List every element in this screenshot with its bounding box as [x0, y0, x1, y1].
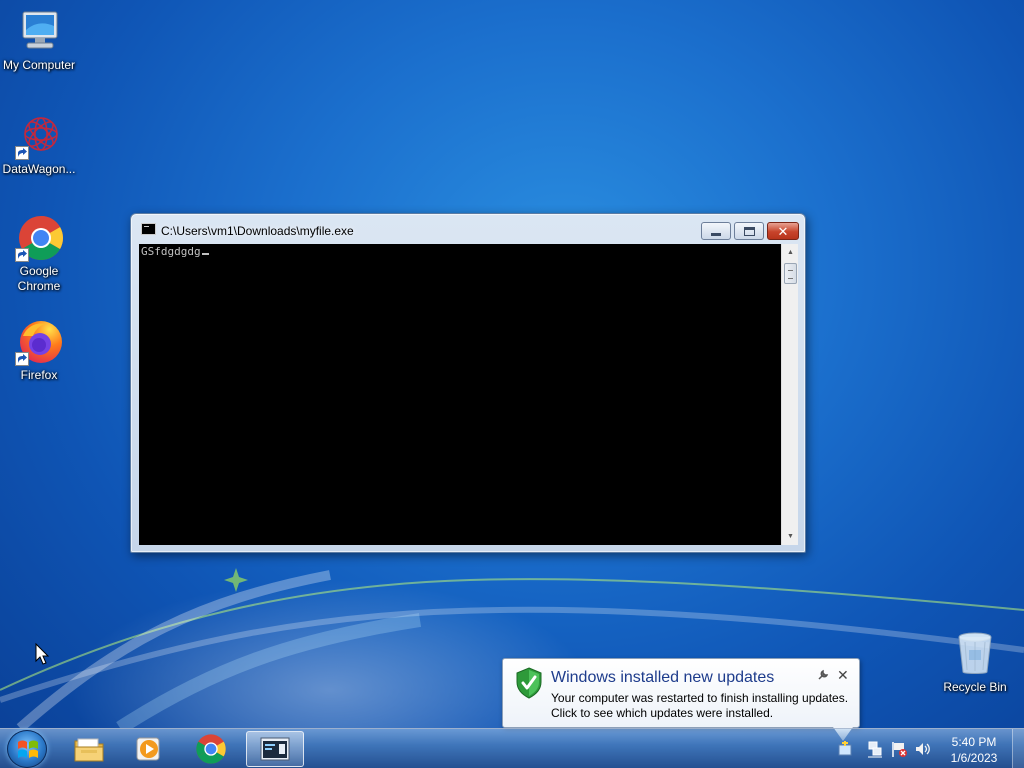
close-icon: ✕ [777, 223, 789, 239]
scroll-up-arrow-icon[interactable]: ▲ [782, 244, 799, 261]
taskbar-windows-explorer[interactable] [60, 731, 118, 767]
notification-message-line1: Your computer was restarted to finish in… [551, 691, 849, 705]
mouse-cursor [35, 642, 50, 665]
desktop-icon-datawagon[interactable]: DataWagon... [0, 112, 78, 177]
console-window[interactable]: C:\Users\vm1\Downloads\myfile.exe ✕ GSfd… [130, 213, 806, 553]
window-titlebar[interactable]: C:\Users\vm1\Downloads\myfile.exe ✕ [131, 214, 805, 244]
notification-options-icon[interactable] [817, 669, 829, 684]
shortcut-arrow-icon [15, 352, 29, 366]
network-icon [868, 741, 882, 758]
tray-volume[interactable] [912, 737, 934, 761]
action-center-icon [838, 741, 852, 756]
notification-title: Windows installed new updates [551, 669, 775, 686]
desktop-icon-google-chrome[interactable]: Google Chrome [0, 214, 78, 294]
shield-check-icon [515, 667, 543, 704]
flag-icon [892, 742, 907, 757]
chrome-icon [196, 734, 226, 764]
desktop-icon-recycle-bin[interactable]: Recycle Bin [936, 630, 1014, 695]
media-player-icon [136, 737, 160, 761]
desktop-icon-label: My Computer [2, 58, 76, 72]
console-output-area[interactable]: GSfdgdgdg [139, 244, 781, 545]
window-title: C:\Users\vm1\Downloads\myfile.exe [161, 224, 354, 238]
tray-action-flag[interactable] [888, 737, 910, 761]
taskbar: 5:40 PM 1/6/2023 [0, 728, 1024, 768]
taskbar-chrome[interactable] [182, 731, 240, 767]
taskbar-clock[interactable]: 5:40 PM 1/6/2023 [938, 734, 1010, 766]
shortcut-arrow-icon [15, 146, 29, 160]
taskbar-media-player[interactable] [120, 731, 178, 767]
firefox-icon [15, 318, 63, 366]
computer-icon [15, 8, 63, 56]
notification-message-line2: Click to see which updates were installe… [551, 706, 774, 720]
desktop-icon-label: Recycle Bin [943, 680, 1007, 694]
desktop-icon-my-computer[interactable]: My Computer [0, 8, 78, 73]
minimize-icon [711, 232, 721, 236]
console-window-icon [141, 223, 156, 235]
windows-logo-icon [18, 740, 38, 758]
maximize-button[interactable] [734, 222, 764, 240]
tray-network[interactable] [864, 737, 886, 761]
scroll-down-arrow-icon[interactable]: ▼ [782, 528, 799, 545]
desktop-icon-label: Google Chrome [17, 264, 61, 293]
shortcut-arrow-icon [15, 248, 29, 262]
scroll-thumb[interactable] [784, 263, 797, 284]
desktop-icon-label: Firefox [20, 368, 58, 382]
chrome-icon [15, 214, 63, 262]
volume-icon [916, 743, 930, 755]
console-cursor [201, 253, 209, 255]
clock-time: 5:40 PM [951, 735, 997, 749]
maximize-icon [743, 226, 755, 236]
console-output-text: GSfdgdgdg [141, 245, 201, 258]
desktop-icon-label: DataWagon... [2, 162, 76, 176]
notification-close-icon[interactable]: ✕ [837, 667, 849, 684]
start-button[interactable] [7, 730, 47, 768]
folder-icon [74, 738, 104, 762]
taskbar-console-window[interactable] [246, 731, 304, 767]
recycle-bin-icon [951, 630, 999, 678]
desktop-icon-firefox[interactable]: Firefox [0, 318, 78, 383]
update-notification-balloon[interactable]: Windows installed new updates Your compu… [502, 658, 860, 741]
clock-date: 1/6/2023 [950, 751, 998, 765]
datawagon-icon [15, 112, 63, 160]
minimize-button[interactable] [701, 222, 731, 240]
close-button[interactable]: ✕ [767, 222, 799, 240]
show-desktop-button[interactable] [1012, 729, 1024, 768]
console-window-icon [260, 737, 290, 761]
vertical-scrollbar[interactable]: ▲ ▼ [781, 244, 798, 545]
tray-action-center[interactable] [834, 737, 856, 761]
